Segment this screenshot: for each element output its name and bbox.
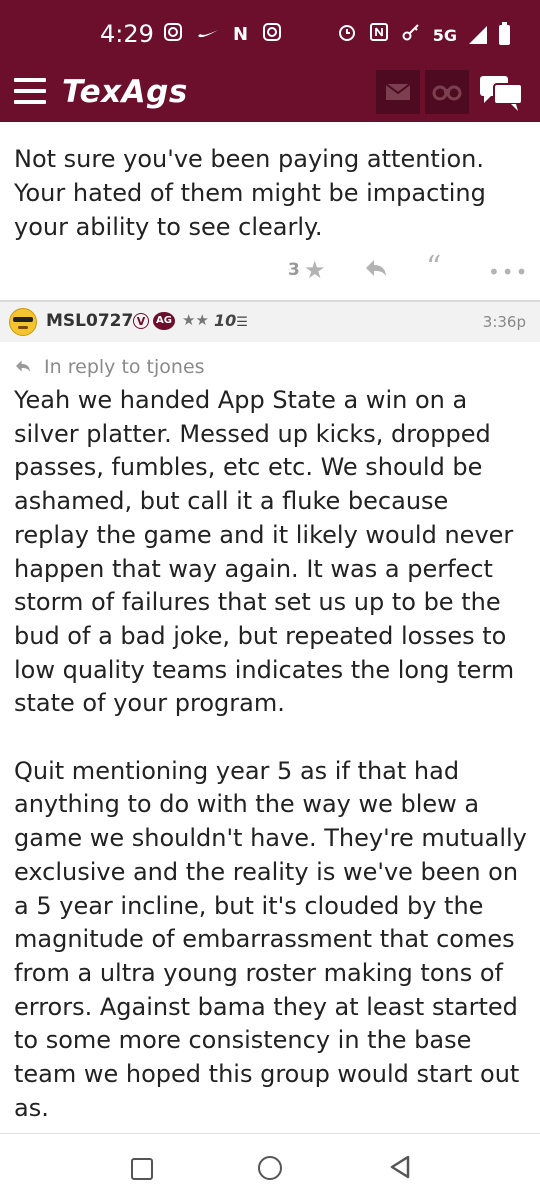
post-header: MSL0727 V AG ★★ 10☰ 3:36p [0, 302, 540, 342]
reply-to-label: In reply to tjones [44, 356, 205, 378]
status-bar: 4:29 N 5G [0, 0, 540, 66]
post-time: 3:36p [482, 313, 526, 331]
quote-icon[interactable]: “ [426, 250, 441, 285]
previous-post-text: Not sure you've been paying attention. Y… [14, 145, 486, 241]
user-stars: ★★ [182, 311, 209, 329]
recents-button[interactable] [131, 1158, 153, 1180]
post-body: Yeah we handed App State a win on a silv… [14, 384, 528, 1159]
user-rank: 10☰ [214, 311, 248, 330]
binoculars-icon [432, 85, 462, 101]
status-time: 4:29 [100, 20, 154, 48]
key-icon [401, 22, 421, 48]
chat-icon[interactable] [478, 72, 526, 114]
ag-badge: AG [153, 312, 175, 330]
reply-icon[interactable] [364, 256, 388, 284]
menu-icon[interactable] [14, 78, 46, 104]
avatar[interactable] [9, 308, 37, 336]
reply-to-link[interactable]: In reply to tjones [14, 356, 205, 378]
home-button[interactable] [258, 1156, 282, 1180]
netflix-icon: N [233, 24, 249, 45]
site-logo[interactable]: TexAgs [62, 74, 188, 110]
signal-icon [469, 26, 487, 44]
post-actions: 3 ★ “ ••• [0, 250, 540, 288]
system-nav-bar [0, 1134, 540, 1200]
star-count: 3 [288, 260, 300, 280]
verified-badge: V [133, 313, 149, 329]
watching-button[interactable] [425, 70, 469, 114]
reply-arrow-icon [14, 356, 38, 378]
username[interactable]: MSL0727 [46, 311, 133, 331]
app-header: TexAgs [0, 66, 540, 122]
messages-button[interactable] [376, 70, 420, 114]
star-icon[interactable]: ★ [304, 256, 326, 284]
back-button[interactable] [388, 1154, 412, 1184]
more-icon[interactable]: ••• [488, 260, 529, 284]
nfc-icon [369, 22, 389, 48]
nike-icon [197, 24, 219, 46]
battery-icon [499, 22, 510, 45]
post-paragraph: Quit mentioning year 5 as if that had an… [14, 756, 527, 1122]
mail-icon [385, 83, 411, 100]
instagram-icon [163, 22, 183, 48]
instagram-icon [262, 22, 282, 48]
network-type: 5G [432, 25, 457, 45]
alarm-icon [337, 22, 357, 48]
post-paragraph: Yeah we handed App State a win on a silv… [14, 386, 515, 718]
